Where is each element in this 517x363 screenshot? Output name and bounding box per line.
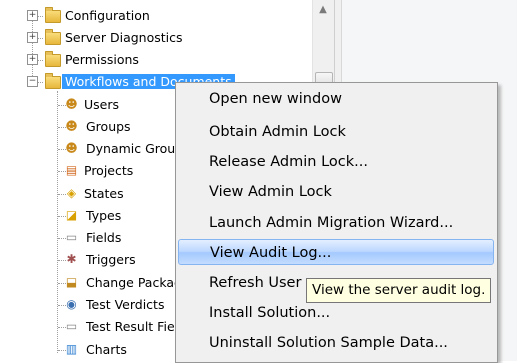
test-result-fields-icon: ▭ [65,319,78,333]
expand-server-diagnostics-icon[interactable]: + [27,32,38,43]
folder-icon [45,29,61,45]
tree-item-fields[interactable]: Fields [86,227,121,249]
tree-item-permissions[interactable]: Permissions [65,49,139,71]
scroll-up-arrow-icon[interactable]: ▲ [316,4,330,16]
tree-item-configuration[interactable]: Configuration [65,5,150,27]
menu-item-uninstall-solution-sample-data[interactable]: Uninstall Solution Sample Data... [178,330,494,356]
triggers-icon: ✱ [66,252,77,266]
group-icon: ☻ [65,119,78,133]
tree-item-label: States [84,186,124,201]
tree-item-label: Configuration [65,8,150,23]
tree-item-label: Charts [86,342,127,357]
tooltip: View the server audit log. [306,278,492,303]
test-verdicts-icon: ◉ [66,297,77,311]
tree-item-test-verdicts[interactable]: Test Verdicts [86,294,164,316]
tree-item-label: Permissions [65,52,139,67]
expand-configuration-icon[interactable]: + [27,10,38,21]
tree-item-users[interactable]: Users [84,94,119,116]
tree-item-types[interactable]: Types [86,205,121,227]
user-icon: ☻ [65,97,78,111]
tree-item-label: Fields [86,230,122,245]
states-icon: ◈ [66,186,77,200]
tree-item-charts[interactable]: Charts [86,339,127,361]
folder-icon [45,7,61,23]
menu-item-launch-admin-migration-wizard[interactable]: Launch Admin Migration Wizard... [178,210,494,236]
tree-item-states[interactable]: States [84,183,124,205]
tree-item-label: Test Verdicts [86,297,165,312]
projects-icon: ▤ [65,163,78,177]
tree-item-triggers[interactable]: Triggers [86,249,136,271]
open-folder-icon [45,73,61,89]
tree-item-label: Projects [84,163,134,178]
change-packages-icon: ⬓ [65,275,78,289]
menu-item-install-solution[interactable]: Install Solution... [178,300,494,326]
tree-item-label: Types [86,208,122,223]
menu-item-view-audit-log[interactable]: View Audit Log... [178,239,494,265]
fields-icon: ▭ [65,230,78,244]
tree-item-label: Groups [86,119,131,134]
tree-item-label: Server Diagnostics [65,30,183,45]
tree-item-label: Users [84,97,120,112]
tree-item-label: Triggers [86,252,136,267]
menu-item-open-new-window[interactable]: Open new window [178,86,494,112]
types-icon: ◪ [65,208,78,222]
menu-item-view-admin-lock[interactable]: View Admin Lock [178,179,494,205]
folder-icon [45,51,61,67]
context-menu: Open new window Obtain Admin Lock Releas… [175,82,498,363]
tree-item-server-diagnostics[interactable]: Server Diagnostics [65,27,183,49]
charts-icon: ▥ [65,342,78,356]
tree-item-projects[interactable]: Projects [84,160,133,182]
dynamic-group-icon: ☻ [65,141,78,155]
tree-item-groups[interactable]: Groups [86,116,131,138]
menu-item-release-admin-lock[interactable]: Release Admin Lock... [178,149,494,175]
expand-permissions-icon[interactable]: + [27,54,38,65]
collapse-workflows-icon[interactable]: − [27,76,38,87]
menu-item-obtain-admin-lock[interactable]: Obtain Admin Lock [178,119,494,145]
